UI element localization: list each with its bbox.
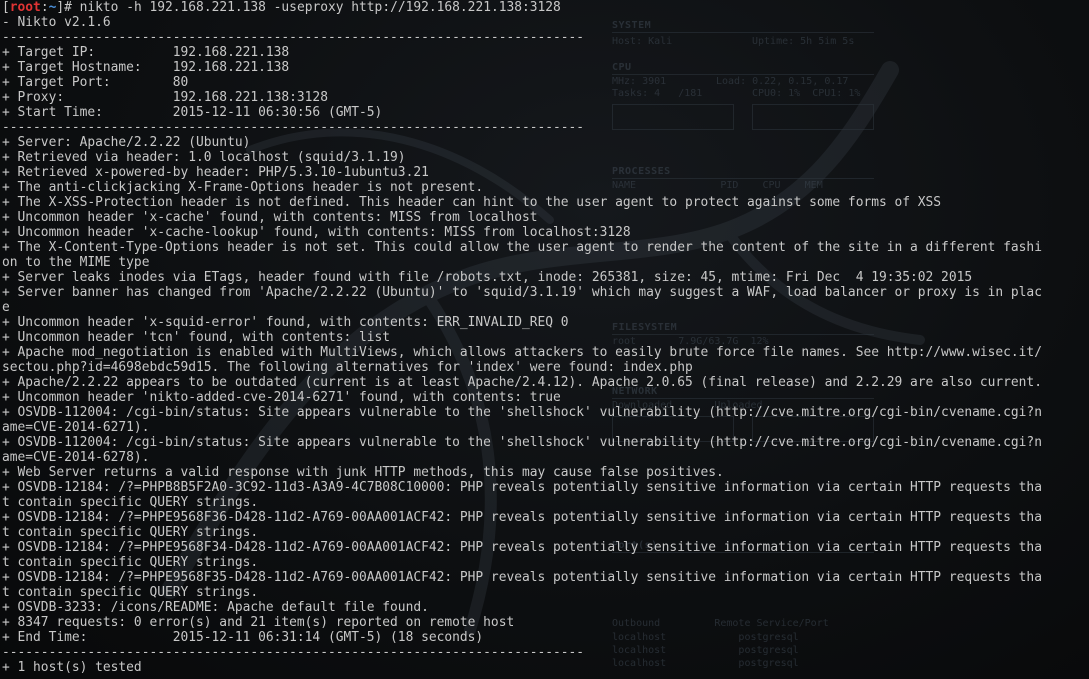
finding-line: t contain specific QUERY strings.	[2, 555, 259, 570]
finding-line: + 8347 requests: 0 error(s) and 21 item(…	[2, 615, 515, 630]
finding-line: + Web Server returns a valid response wi…	[2, 465, 724, 480]
finding-line: + The X-XSS-Protection header is not def…	[2, 195, 942, 210]
finding-line: t contain specific QUERY strings.	[2, 525, 259, 540]
finding-line: + OSVDB-12184: /?=PHPE9568F35-D428-11d2-…	[2, 570, 1042, 585]
command-prompt-line: [root:~]# nikto -h 192.168.221.138 -usep…	[2, 0, 561, 15]
finding-line: + Server: Apache/2.2.22 (Ubuntu)	[2, 135, 251, 150]
command-text: nikto -h 192.168.221.138 -useproxy http:…	[79, 0, 561, 15]
finding-line: + Uncommon header 'x-cache-lookup' found…	[2, 225, 631, 240]
summary-line: + 1 host(s) tested	[2, 660, 142, 675]
finding-line: + Retrieved x-powered-by header: PHP/5.3…	[2, 165, 429, 180]
target-info-line: + Target Hostname: 192.168.221.138	[2, 60, 290, 75]
target-info-block: + Target IP: 192.168.221.138 + Target Hos…	[2, 45, 1087, 120]
finding-line: + Uncommon header 'tcn' found, with cont…	[2, 330, 391, 345]
finding-line: + Uncommon header 'nikto-added-cve-2014-…	[2, 390, 561, 405]
terminal-output[interactable]: [root:~]# nikto -h 192.168.221.138 -usep…	[2, 0, 1087, 675]
finding-line: + Uncommon header 'x-cache' found, with …	[2, 210, 538, 225]
finding-line: + OSVDB-12184: /?=PHPB8B5F2A0-3C92-11d3-…	[2, 480, 1042, 495]
finding-line: + Apache mod_negotiation is enabled with…	[2, 345, 1042, 360]
finding-line: t contain specific QUERY strings.	[2, 585, 259, 600]
desktop: SYSTEM Host: Kali Uptime: 5h 5im 5s CPU …	[0, 0, 1089, 679]
finding-line: + OSVDB-12184: /?=PHPE9568F34-D428-11d2-…	[2, 540, 1042, 555]
finding-line: ame=CVE-2014-6278).	[2, 450, 150, 465]
separator-line: ----------------------------------------…	[2, 120, 585, 135]
finding-line: e	[2, 300, 10, 315]
finding-line: + OSVDB-12184: /?=PHPE9568F36-D428-11d2-…	[2, 510, 1042, 525]
finding-line: + OSVDB-112004: /cgi-bin/status: Site ap…	[2, 405, 1042, 420]
finding-line: + Server banner has changed from 'Apache…	[2, 285, 1042, 300]
separator-line: ----------------------------------------…	[2, 645, 585, 660]
finding-line: + Uncommon header 'x-squid-error' found,…	[2, 315, 569, 330]
finding-line: + End Time: 2015-12-11 06:31:14 (GMT-5) …	[2, 630, 484, 645]
target-info-line: + Start Time: 2015-12-11 06:30:56 (GMT-5…	[2, 105, 383, 120]
finding-line: + OSVDB-112004: /cgi-bin/status: Site ap…	[2, 435, 1042, 450]
finding-line: t contain specific QUERY strings.	[2, 495, 259, 510]
finding-line: + The X-Content-Type-Options header is n…	[2, 240, 1042, 255]
finding-line: + The anti-clickjacking X-Frame-Options …	[2, 180, 484, 195]
finding-line: + Apache/2.2.22 appears to be outdated (…	[2, 375, 1042, 390]
target-info-line: + Proxy: 192.168.221.138:3128	[2, 90, 328, 105]
target-info-line: + Target IP: 192.168.221.138	[2, 45, 290, 60]
target-info-line: + Target Port: 80	[2, 75, 189, 90]
prompt-user: root	[9, 0, 41, 15]
findings-block: + Server: Apache/2.2.22 (Ubuntu) + Retrie…	[2, 135, 1087, 645]
separator-line: ----------------------------------------…	[2, 30, 585, 45]
finding-line: + OSVDB-3233: /icons/README: Apache defa…	[2, 600, 429, 615]
finding-line: on to the MIME type	[2, 255, 150, 270]
finding-line: + Server leaks inodes via ETags, header …	[2, 270, 973, 285]
finding-line: + Retrieved via header: 1.0 localhost (s…	[2, 150, 406, 165]
finding-line: sectou.php?id=4698ebdc59d15. The followi…	[2, 360, 693, 375]
version-line: - Nikto v2.1.6	[2, 15, 111, 30]
finding-line: ame=CVE-2014-6271).	[2, 420, 150, 435]
